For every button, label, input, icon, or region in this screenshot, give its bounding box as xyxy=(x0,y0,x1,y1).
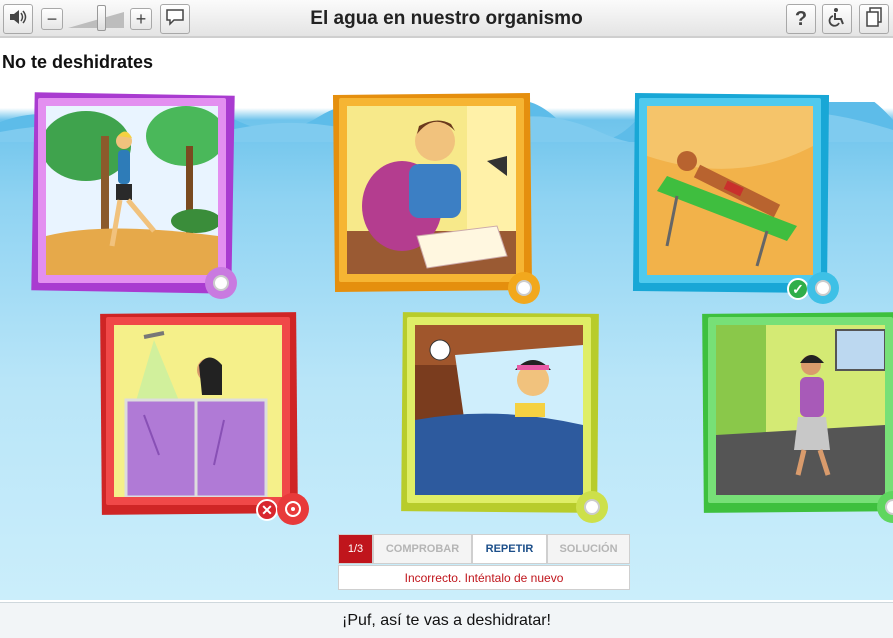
select-radio-4[interactable] xyxy=(277,493,309,525)
accessibility-button[interactable] xyxy=(822,4,852,34)
solution-button[interactable]: SOLUCIÓN xyxy=(547,534,630,564)
scene-man-sunbathing xyxy=(647,106,813,275)
feedback-message: Incorrecto. Inténtalo de nuevo xyxy=(338,565,630,590)
document-icon xyxy=(865,6,883,32)
scene-sick-boy-in-bed xyxy=(415,325,583,495)
question-icon: ? xyxy=(794,7,808,30)
incorrect-x-icon: ✕ xyxy=(256,499,278,521)
attempt-counter: 1/3 xyxy=(338,534,373,564)
accessibility-icon xyxy=(827,7,847,32)
image-card-1[interactable] xyxy=(31,92,237,299)
scene-girl-in-shower xyxy=(114,325,282,497)
correct-check-icon: ✓ xyxy=(787,278,809,300)
select-radio-3[interactable] xyxy=(807,272,839,304)
repeat-button[interactable]: REPETIR xyxy=(472,534,547,564)
image-card-4[interactable]: ✕ xyxy=(100,312,309,525)
footer-message: ¡Puf, así te vas a deshidratar! xyxy=(0,602,893,638)
image-card-3[interactable]: ✓ xyxy=(632,92,839,304)
select-radio-5[interactable] xyxy=(576,491,608,523)
scene-woman-walking xyxy=(716,325,885,495)
image-card-6[interactable] xyxy=(702,312,893,523)
activity-title: No te deshidrates xyxy=(2,52,154,72)
image-card-2[interactable] xyxy=(332,92,540,304)
help-button[interactable]: ? xyxy=(786,4,816,34)
top-toolbar: − + El agua en nuestro organismo ? xyxy=(0,0,893,38)
select-radio-1[interactable] xyxy=(205,267,237,299)
select-radio-2[interactable] xyxy=(508,272,540,304)
image-card-5[interactable] xyxy=(401,312,608,523)
scene-boy-studying xyxy=(347,106,516,274)
app-title: El agua en nuestro organismo xyxy=(310,8,583,29)
scene-person-running xyxy=(46,106,218,275)
check-button[interactable]: COMPROBAR xyxy=(373,534,472,564)
document-button[interactable] xyxy=(859,4,889,34)
